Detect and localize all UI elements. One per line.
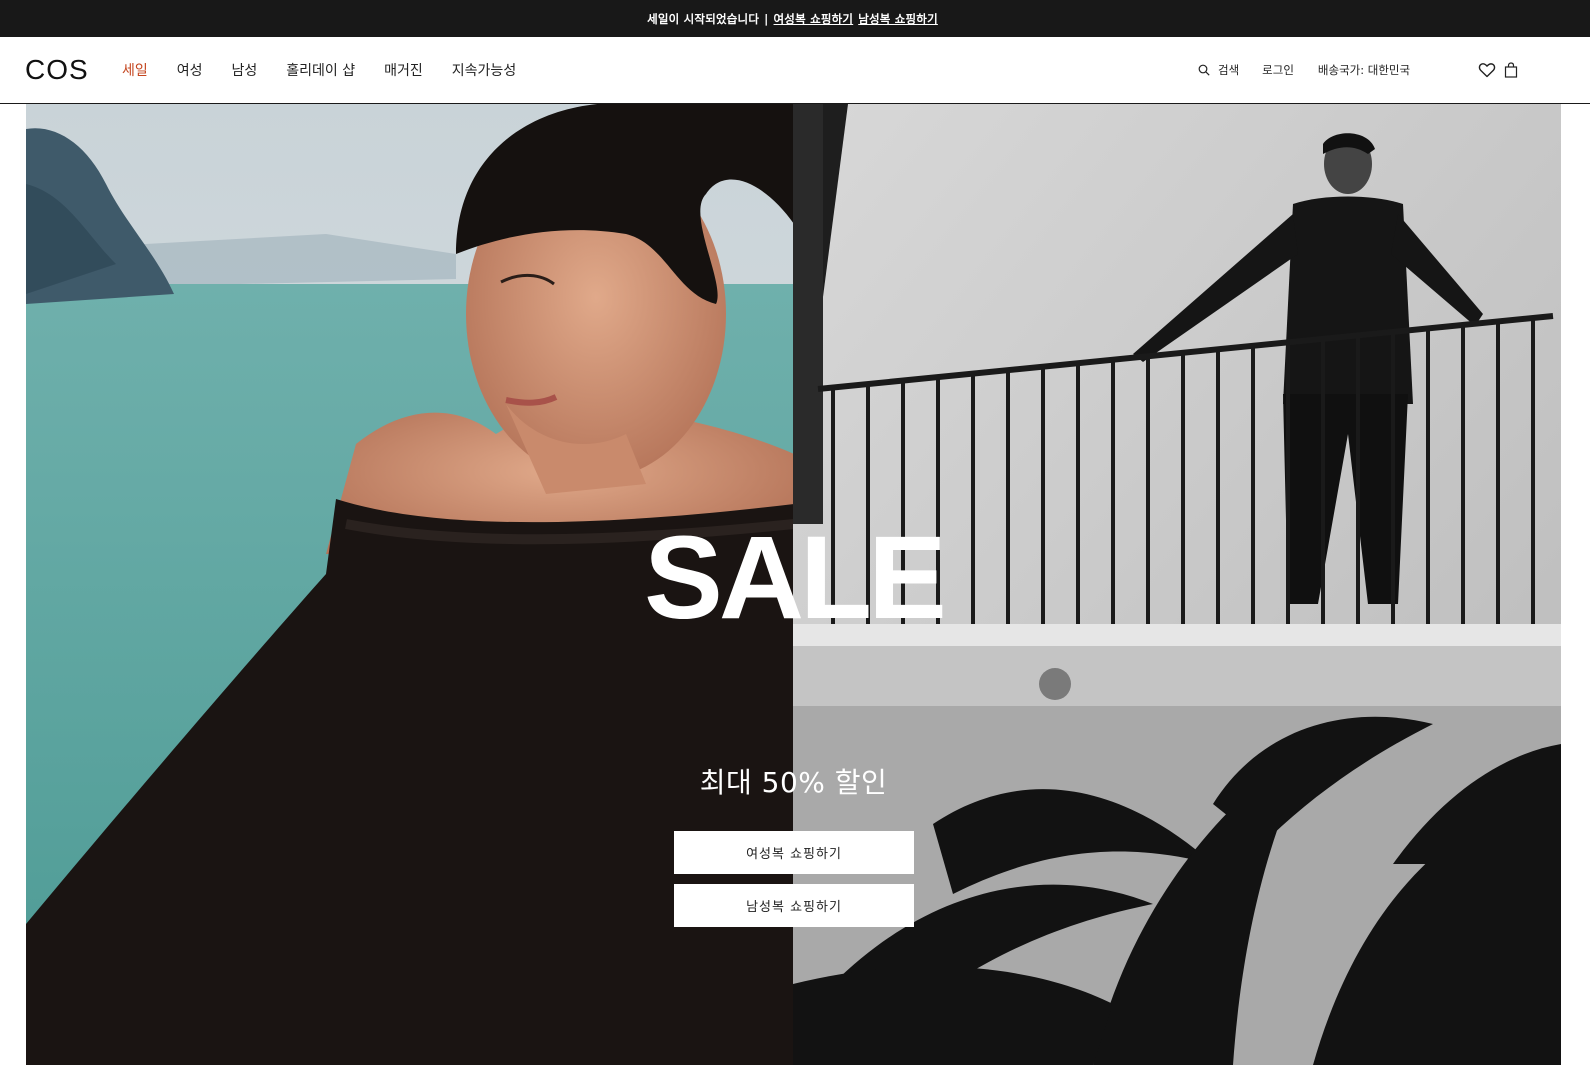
heart-icon[interactable] bbox=[1478, 61, 1496, 79]
utility-nav: 검색 로그인 배송국가: 대한민국 bbox=[1198, 37, 1410, 103]
main-nav: 세일 여성 남성 홀리데이 샵 매거진 지속가능성 bbox=[122, 37, 545, 103]
site-header: COS 세일 여성 남성 홀리데이 샵 매거진 지속가능성 검색 로그인 배송국… bbox=[0, 37, 1590, 104]
shipping-country-selector[interactable]: 배송국가: 대한민국 bbox=[1318, 62, 1410, 78]
header-icons bbox=[1478, 61, 1526, 79]
nav-item-sustainability[interactable]: 지속가능성 bbox=[452, 60, 516, 80]
nav-item-magazine[interactable]: 매거진 bbox=[384, 60, 423, 80]
nav-item-men[interactable]: 남성 bbox=[232, 60, 258, 80]
announcement-text: 세일이 시작되었습니다 bbox=[647, 11, 760, 26]
announcement-separator: | bbox=[764, 11, 769, 26]
hero-title: SALE bbox=[644, 512, 947, 644]
shop-men-button[interactable]: 남성복 쇼핑하기 bbox=[674, 884, 914, 927]
announcement-link-men[interactable]: 남성복 쇼핑하기 bbox=[858, 11, 938, 27]
announcement-link-women[interactable]: 여성복 쇼핑하기 bbox=[774, 11, 854, 27]
hero-subtitle: 최대 50% 할인 bbox=[699, 766, 888, 799]
shopping-bag-icon[interactable] bbox=[1502, 61, 1520, 79]
announcement-bar: 세일이 시작되었습니다 | 여성복 쇼핑하기 남성복 쇼핑하기 bbox=[0, 0, 1590, 37]
hero-banner: SALE 최대 50% 할인 여성복 쇼핑하기 남성복 쇼핑하기 bbox=[26, 104, 1561, 1065]
search-label: 검색 bbox=[1218, 63, 1240, 77]
nav-item-holiday-shop[interactable]: 홀리데이 샵 bbox=[286, 60, 355, 80]
cos-logo[interactable]: COS bbox=[25, 54, 89, 86]
search-button[interactable]: 검색 bbox=[1198, 62, 1239, 78]
shop-women-button[interactable]: 여성복 쇼핑하기 bbox=[674, 831, 914, 874]
nav-item-women[interactable]: 여성 bbox=[177, 60, 203, 80]
search-icon bbox=[1198, 64, 1210, 76]
nav-item-sale[interactable]: 세일 bbox=[122, 60, 148, 80]
login-link[interactable]: 로그인 bbox=[1262, 62, 1294, 78]
